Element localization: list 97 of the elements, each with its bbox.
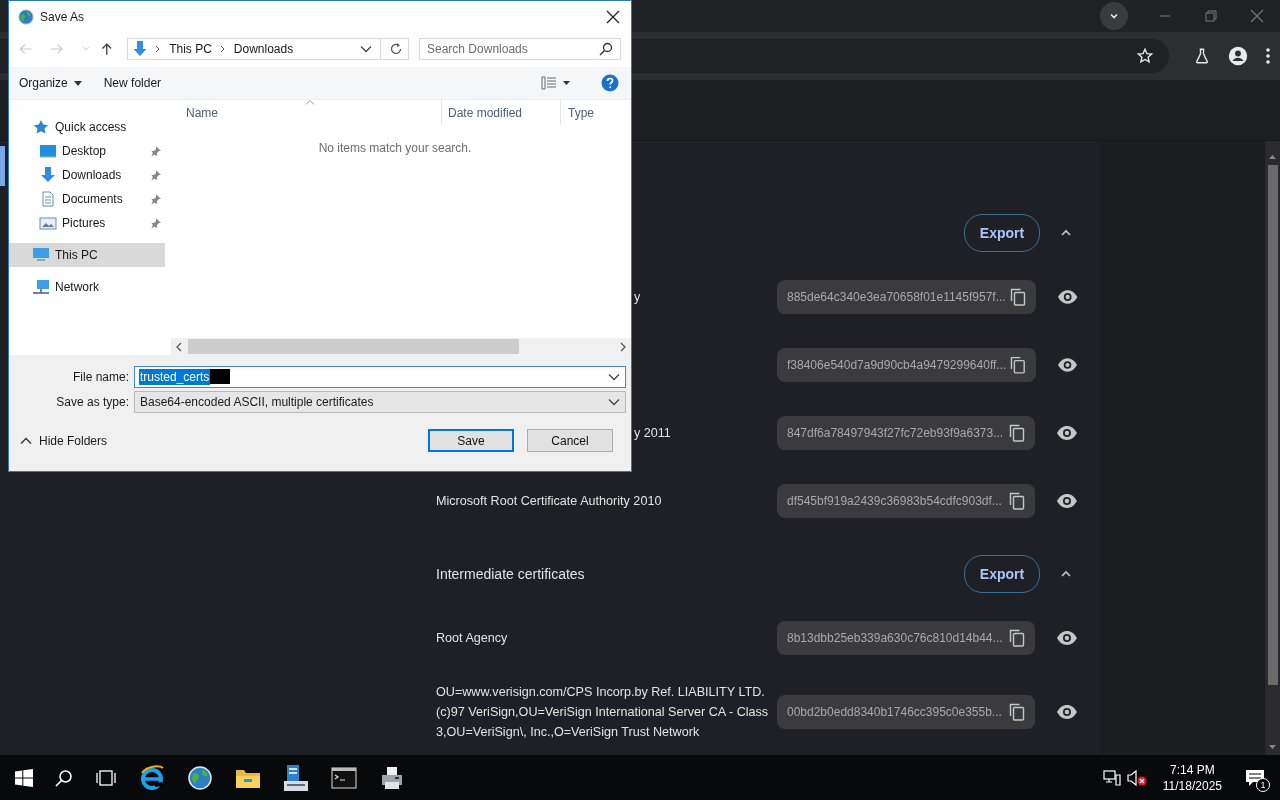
help-icon[interactable] — [601, 74, 619, 92]
hide-folders-button[interactable]: Hide Folders — [9, 431, 108, 450]
copy-icon[interactable] — [1009, 629, 1026, 647]
breadcrumb[interactable]: Downloads — [233, 42, 294, 56]
empty-message: No items match your search. — [318, 141, 472, 157]
scrollbar[interactable] — [1265, 141, 1280, 755]
copy-icon[interactable] — [1009, 703, 1026, 721]
navigation-item[interactable]: Network — [9, 275, 165, 299]
chevron-icon — [155, 45, 162, 53]
copy-icon[interactable] — [1009, 492, 1026, 510]
download-arrow-icon — [133, 40, 148, 58]
task-view-icon[interactable] — [95, 768, 117, 787]
column-header[interactable]: Name — [171, 100, 441, 125]
menu-icon[interactable] — [1265, 47, 1271, 65]
section-title: Intermediate certificates — [436, 566, 585, 582]
pin-icon[interactable] — [151, 146, 161, 156]
certificate-name: y — [634, 289, 641, 306]
pc-icon — [32, 247, 50, 263]
copy-icon[interactable] — [1009, 424, 1026, 442]
file-type-dropdown[interactable]: Base64-encoded ASCII, multiple certificates — [134, 390, 626, 413]
column-header[interactable]: Date modified — [441, 100, 560, 125]
flask-icon[interactable] — [1193, 47, 1211, 65]
search-icon[interactable] — [599, 42, 613, 56]
pin-icon[interactable] — [151, 194, 161, 204]
network-icon[interactable] — [1102, 769, 1121, 786]
eye-icon[interactable] — [1056, 630, 1078, 646]
navigation-item[interactable]: Documents — [9, 187, 165, 211]
navigation-item[interactable]: Pictures — [9, 211, 165, 235]
navigation-item[interactable]: Quick access — [9, 115, 165, 139]
restore-icon[interactable] — [1205, 10, 1217, 22]
sort-caret-icon — [305, 100, 315, 105]
muted-speaker-icon[interactable] — [1126, 769, 1147, 786]
horizontal-scrollbar[interactable] — [171, 338, 631, 355]
cancel-button[interactable]: Cancel — [527, 429, 613, 452]
printer-icon[interactable] — [379, 765, 405, 790]
export-button[interactable]: Export — [964, 555, 1040, 593]
command-button[interactable]: New folder — [103, 74, 162, 92]
up-icon[interactable] — [100, 42, 113, 56]
pin-icon[interactable] — [151, 170, 161, 180]
dialog-title: Save As — [40, 9, 85, 24]
certificate-name: y 2011 — [634, 425, 671, 442]
fingerprint-field: f38406e540d7a9d90cb4a9479299640ff... — [777, 348, 1036, 382]
field-label: File name: — [71, 369, 130, 384]
star-icon — [32, 119, 50, 135]
copy-icon[interactable] — [1009, 288, 1026, 306]
search-field[interactable]: Search Downloads — [419, 38, 621, 60]
certificate-name: OU=www.verisign.com/CPS Incorp.by Ref. LIABILITY LTD. (c)97 VeriSign,OU=VeriSign International Server CA - Class 3,OU=VeriSign\, Inc.,O=VeriSign Trust Network — [436, 684, 770, 741]
app-icon — [18, 8, 34, 25]
refresh-icon[interactable] — [389, 42, 403, 56]
browser-e-icon[interactable] — [139, 764, 165, 791]
field-label: Save as type: — [55, 394, 130, 409]
fingerprint-field: 847df6a78497943f27fc72eb93f9a6373... — [777, 416, 1036, 450]
clock[interactable]: 7:14 PM 11/18/2025 — [1152, 761, 1232, 794]
dropdown-icon[interactable] — [608, 397, 620, 406]
address-field[interactable]: This PC Downloads — [127, 38, 409, 60]
eye-icon[interactable] — [1056, 425, 1078, 441]
fingerprint-field: 8b13dbb25eb339a630c76c810d14b44... — [777, 621, 1036, 655]
dropdown-icon[interactable] — [608, 372, 620, 381]
fingerprint-field: 00bd2b0edd8340b1746cc395c0e355b... — [777, 695, 1036, 729]
start-icon[interactable] — [15, 768, 33, 787]
navigation-item[interactable]: Downloads — [9, 163, 165, 187]
fingerprint-field: df545bf919a2439c36983b54cdfc903df... — [777, 484, 1036, 518]
desktop-icon — [39, 143, 57, 159]
bookmark-star-icon[interactable] — [1136, 47, 1154, 65]
command-button[interactable]: Organize — [19, 74, 82, 92]
picture-icon — [39, 215, 57, 231]
breadcrumb[interactable]: This PC — [169, 42, 212, 56]
caret-icon[interactable] — [20, 436, 32, 445]
file-name-field[interactable]: trusted_certs — [134, 365, 626, 388]
profile-icon[interactable] — [1228, 46, 1248, 66]
pin-icon[interactable] — [151, 218, 161, 228]
download-icon — [39, 167, 57, 183]
document-icon — [39, 191, 57, 207]
copy-icon[interactable] — [1010, 356, 1026, 374]
eye-icon[interactable] — [1056, 493, 1078, 509]
redaction-bar — [210, 369, 231, 384]
eye-icon[interactable] — [1057, 357, 1078, 373]
eye-icon[interactable] — [1056, 704, 1078, 720]
terminal-icon[interactable] — [331, 766, 357, 789]
eye-icon[interactable] — [1056, 289, 1078, 305]
network-icon — [32, 279, 50, 295]
chevron-icon — [219, 45, 226, 53]
globe-icon[interactable] — [187, 764, 213, 791]
certificate-name: Root Agency — [436, 630, 508, 647]
export-button[interactable]: Export — [964, 214, 1040, 252]
certificate-name: Microsoft Root Certificate Authority 2010 — [436, 493, 662, 510]
view-options-icon[interactable] — [541, 76, 571, 90]
fingerprint-field: 885de64c340e3ea70658f01e1145f957f... — [777, 280, 1036, 314]
column-header[interactable]: Type — [560, 100, 631, 125]
save-button[interactable]: Save — [428, 429, 514, 452]
dropdown-icon[interactable] — [360, 45, 372, 53]
search-icon[interactable] — [55, 768, 73, 787]
navigation-item[interactable]: Desktop — [9, 139, 165, 163]
selection-indicator — [0, 146, 5, 186]
close-icon[interactable] — [606, 9, 620, 24]
navigation-item[interactable]: This PC — [9, 243, 165, 267]
server-icon[interactable] — [283, 763, 309, 792]
